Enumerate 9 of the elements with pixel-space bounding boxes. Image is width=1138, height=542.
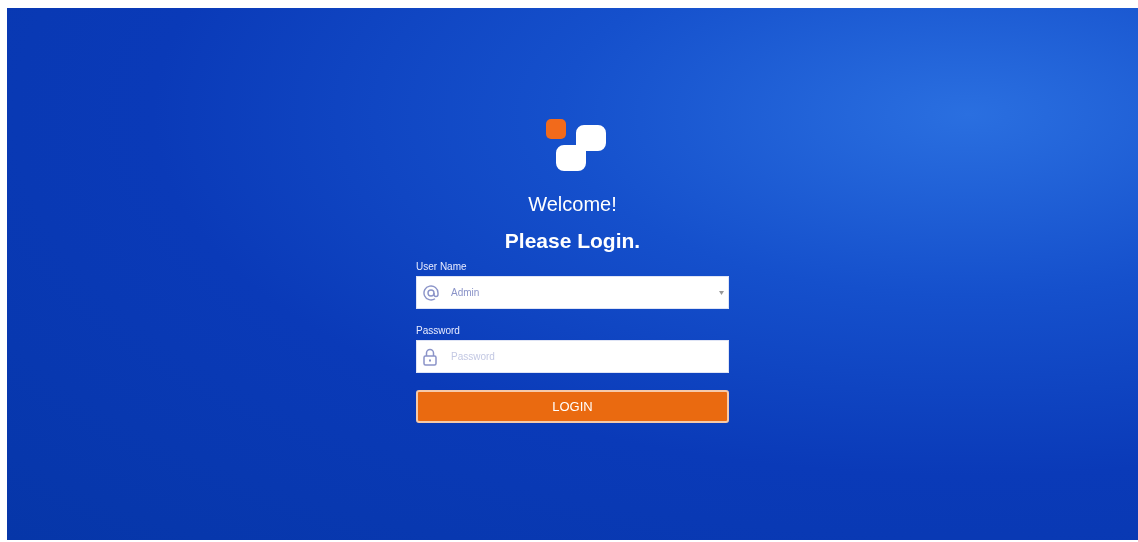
password-field[interactable]: Password	[416, 340, 729, 373]
login-button[interactable]: LOGIN	[416, 390, 729, 423]
caret-icon	[719, 290, 724, 295]
field-label: User Name	[416, 261, 468, 272]
login-heading: Please Login.	[503, 229, 642, 253]
username-field[interactable]: Admin	[416, 276, 729, 309]
welcome-text: Welcome!	[527, 193, 618, 216]
field-label: Password	[416, 325, 461, 336]
logo-icon	[545, 119, 608, 173]
